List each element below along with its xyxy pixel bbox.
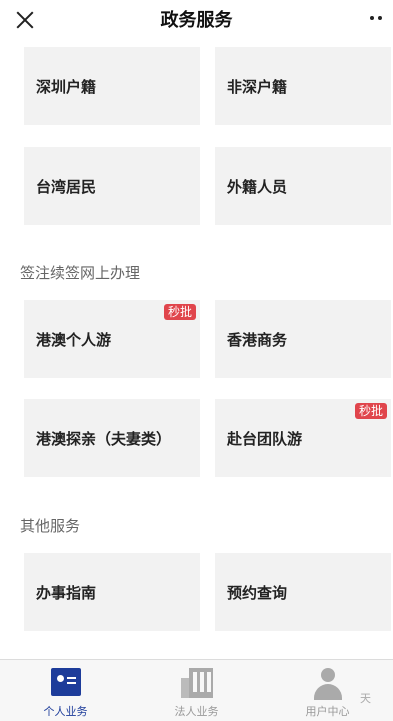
- tile-service-guide[interactable]: 办事指南: [24, 553, 200, 631]
- tab-label: 用户中心: [305, 705, 350, 718]
- more-icon[interactable]: [367, 10, 389, 30]
- tile-label: 深圳户籍: [36, 78, 97, 96]
- tile-hk-macau-family-visit[interactable]: 港澳探亲（夫妻类）: [24, 399, 200, 477]
- section-title-visa: 签注续签网上办理: [20, 264, 141, 282]
- tile-label: 香港商务: [227, 331, 288, 349]
- tile-taiwan-group-tour[interactable]: 赴台团队游 秒批: [215, 399, 391, 477]
- tile-foreigner[interactable]: 外籍人员: [215, 147, 391, 225]
- tab-bar: 个人业务 法人业务 用户中心: [0, 659, 393, 721]
- tile-label: 外籍人员: [227, 178, 288, 196]
- tile-hk-macau-individual[interactable]: 港澳个人游 秒批: [24, 300, 200, 378]
- user-icon: [312, 668, 344, 700]
- tile-hk-business[interactable]: 香港商务: [215, 300, 391, 378]
- building-icon: [180, 668, 213, 698]
- tile-appointment-query[interactable]: 预约查询: [215, 553, 391, 631]
- instant-approval-badge: 秒批: [163, 304, 196, 320]
- tile-label: 台湾居民: [36, 178, 97, 196]
- tab-label: 法人业务: [174, 705, 219, 718]
- tab-user-center[interactable]: 用户中心: [262, 660, 393, 721]
- page-title: 政务服务: [160, 10, 233, 31]
- tile-label: 港澳个人游: [36, 331, 112, 349]
- tab-label: 个人业务: [43, 705, 88, 718]
- tab-corporate[interactable]: 法人业务: [131, 660, 262, 721]
- instant-approval-badge: 秒批: [354, 403, 387, 419]
- tile-label: 非深户籍: [227, 78, 288, 96]
- tile-label: 港澳探亲（夫妻类）: [36, 430, 172, 448]
- tile-label: 预约查询: [227, 584, 288, 602]
- tile-taiwan-resident[interactable]: 台湾居民: [24, 147, 200, 225]
- section-title-other: 其他服务: [20, 517, 81, 535]
- header-bar: 政务服务: [0, 0, 393, 40]
- tile-label: 办事指南: [36, 584, 97, 602]
- tile-label: 赴台团队游: [227, 430, 303, 448]
- tab-personal[interactable]: 个人业务: [0, 660, 131, 721]
- tile-fei-shen-huji[interactable]: 非深户籍: [215, 47, 391, 125]
- tile-shenzhen-huji[interactable]: 深圳户籍: [24, 47, 200, 125]
- id-card-icon: [50, 668, 81, 696]
- watermark: 天: [360, 692, 371, 705]
